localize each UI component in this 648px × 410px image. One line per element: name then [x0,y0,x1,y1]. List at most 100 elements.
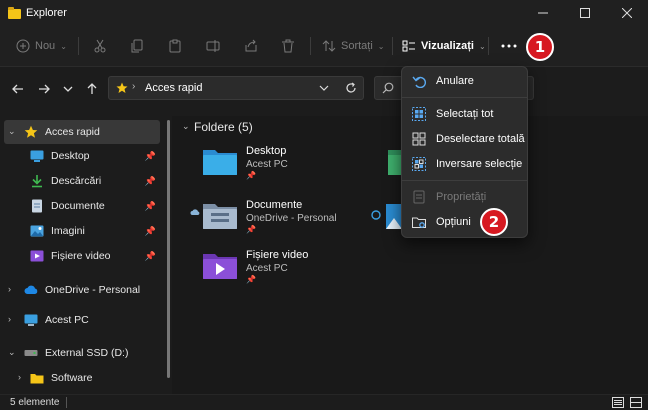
menu-item-select-none[interactable]: Deselectare totală [406,127,525,151]
paste-button[interactable] [168,34,182,58]
chevron-down-icon[interactable]: ⌄ [8,347,16,358]
video-icon [30,250,44,262]
folder-tile-desktop[interactable]: Desktop Acest PC 📌 [202,142,392,186]
menu-item-label: Inversare selecție [436,158,523,170]
sidebar-item-desktop[interactable]: Desktop 📌 [4,144,160,168]
sidebar-item-videos[interactable]: Fișiere video 📌 [4,244,160,268]
delete-button[interactable] [281,34,295,58]
address-history-button[interactable] [319,82,329,94]
menu-item-label: Deselectare totală [436,133,525,145]
rename-icon [206,40,220,52]
address-bar[interactable]: › Acces rapid [108,76,364,100]
menu-separator [402,97,527,98]
pictures-icon [30,225,44,237]
group-header[interactable]: Foldere (5) [194,120,253,134]
callout-badge-1: 1 [526,33,554,61]
breadcrumb-chevron-icon: › [132,81,136,92]
recent-locations-button[interactable] [58,79,78,99]
scissors-icon [94,39,106,53]
pin-icon: 📌 [144,176,156,186]
share-button[interactable] [244,34,258,58]
menu-item-properties: Proprietăți [406,185,525,209]
callout-badge-2: 2 [480,208,508,236]
pin-icon: 📌 [144,201,156,211]
sidebar-scrollbar[interactable] [167,120,170,378]
more-options-button[interactable] [497,34,521,58]
pin-icon: 📌 [246,275,256,284]
clipboard-icon [169,39,181,53]
desktop-icon [30,150,44,162]
chevron-right-icon[interactable]: › [8,284,11,294]
videos-folder-icon [203,254,237,279]
sidebar-item-external-ssd[interactable]: ⌄ External SSD (D:) [4,341,160,365]
window-title: Explorer [26,7,67,19]
sidebar-item-this-pc[interactable]: › Acest PC [4,308,160,332]
cut-button[interactable] [93,34,107,58]
folder-tile-documents[interactable]: Documente OneDrive - Personal 📌 [190,196,390,240]
sidebar-item-onedrive[interactable]: › OneDrive - Personal [4,278,160,302]
up-button[interactable] [82,79,102,99]
pin-icon: 📌 [144,251,156,261]
new-button-label: Nou [35,40,56,52]
chevron-down-icon: ⌄ [377,41,385,51]
documents-folder-icon [203,204,237,229]
new-button[interactable]: Nou ⌄ [16,34,67,58]
folder-location: Acest PC [246,159,288,170]
forward-button[interactable] [34,79,54,99]
menu-item-undo[interactable]: Anulare [406,69,525,93]
chevron-right-icon[interactable]: › [8,314,11,324]
undo-icon [412,76,426,88]
chevron-down-icon: ⌄ [478,41,486,51]
sidebar-item-documents[interactable]: Documente 📌 [4,194,160,218]
menu-separator [402,180,527,181]
more-dots-icon [501,44,517,48]
chevron-down-icon[interactable]: ⌄ [8,126,16,137]
sort-button-label: Sortați [341,40,373,52]
chevron-right-icon[interactable]: › [18,372,21,382]
refresh-button[interactable] [345,82,357,94]
folder-location: OneDrive - Personal [246,213,337,224]
folder-icon [30,374,44,384]
folder-name: Desktop [246,145,287,157]
sidebar-item-label: Acces rapid [45,126,100,138]
separator [488,37,489,55]
close-button[interactable] [606,0,648,26]
copy-button[interactable] [130,34,144,58]
view-icon [402,40,415,52]
refresh-icon [346,82,356,93]
back-button[interactable] [8,79,28,99]
folder-tile-videos[interactable]: Fișiere video Acest PC 📌 [202,246,392,290]
chevron-down-icon[interactable]: ⌄ [182,121,190,132]
sidebar-item-software[interactable]: › Software [4,366,160,390]
address-path[interactable]: Acces rapid [145,82,202,94]
folder-name: Documente [246,199,303,211]
sidebar-item-quick-access[interactable]: ⌄ Acces rapid [4,120,160,144]
copy-icon [131,39,143,53]
details-view-button[interactable] [612,397,624,408]
rename-button[interactable] [206,34,220,58]
sidebar-item-downloads[interactable]: Descărcări 📌 [4,169,160,193]
cloud-status-icon [190,209,200,215]
sort-button[interactable]: Sortați ⌄ [322,34,385,58]
menu-item-invert-selection[interactable]: Inversare selecție [406,152,525,176]
trash-icon [282,39,294,53]
maximize-button[interactable] [564,0,606,26]
sidebar-item-label: Acest PC [45,314,89,326]
star-icon [24,125,38,138]
download-icon [32,175,42,188]
title-bar: Explorer [0,0,648,26]
drive-icon [24,350,38,356]
sidebar-item-pictures[interactable]: Imagini 📌 [4,219,160,243]
sidebar-item-label: Imagini [51,225,85,237]
tiles-view-button[interactable] [630,397,642,408]
menu-item-label: Selectați tot [436,108,494,120]
folder-options-icon [412,217,426,228]
pin-icon: 📌 [246,171,256,180]
details-view-icon [612,397,624,408]
minimize-button[interactable] [522,0,564,26]
view-button[interactable]: Vizualizați ⌄ [402,34,486,58]
separator [78,37,79,55]
pin-icon: 📌 [246,225,256,234]
menu-item-select-all[interactable]: Selectați tot [406,102,525,126]
sidebar-item-label: Desktop [51,150,90,162]
